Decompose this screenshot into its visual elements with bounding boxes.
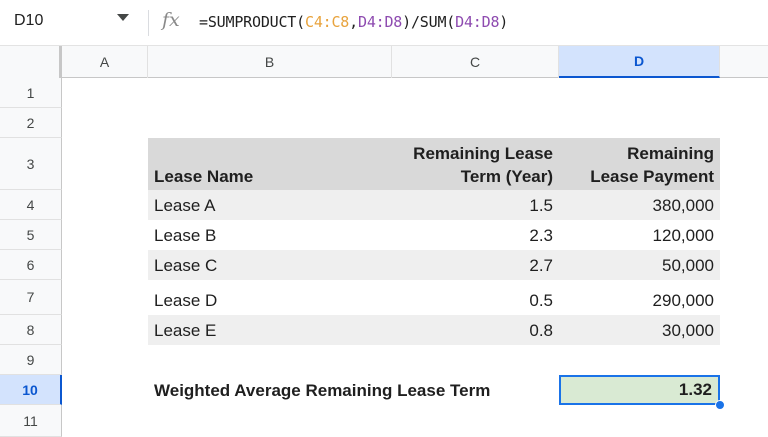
lease-b-name[interactable]: Lease B [154,226,216,246]
row-header-4[interactable]: 4 [0,190,62,220]
lease-b-payment[interactable]: 120,000 [559,226,714,246]
formula-ref-payment-sum: D4:D8 [455,13,500,31]
header-term-line1[interactable]: Remaining Lease [392,142,553,165]
formula-ref-payment: D4:D8 [357,13,403,31]
lease-b-term[interactable]: 2.3 [392,226,553,246]
formula-ref-term: C4:C8 [304,13,350,31]
row-header-8[interactable]: 8 [0,315,62,345]
header-term-line2[interactable]: Term (Year) [392,165,553,188]
result-value-cell[interactable]: 1.32 [559,375,720,405]
lease-a-payment[interactable]: 380,000 [559,196,714,216]
row-header-1[interactable]: 1 [0,78,62,108]
name-box-dropdown-icon[interactable] [117,14,129,21]
column-header-d[interactable]: D [559,46,720,78]
column-header-b[interactable]: B [148,46,392,78]
formula-suffix: ) [499,13,509,31]
row-header-2[interactable]: 2 [0,108,62,138]
header-payment-line1[interactable]: Remaining [559,142,714,165]
fx-icon: fx [162,9,180,31]
formula-mid: )/SUM( [402,13,456,31]
column-header-bar: A B C D [0,46,768,78]
formula-prefix: =SUMPRODUCT( [199,13,305,31]
row-header-10[interactable]: 10 [0,375,62,405]
lease-e-payment[interactable]: 30,000 [559,321,714,341]
lease-d-term[interactable]: 0.5 [392,291,553,311]
lease-a-term[interactable]: 1.5 [392,196,553,216]
header-payment-line2[interactable]: Lease Payment [559,165,714,188]
column-header-a[interactable]: A [62,46,148,78]
row-header-11[interactable]: 11 [0,405,62,437]
result-label[interactable]: Weighted Average Remaining Lease Term [154,381,490,401]
row-header-5[interactable]: 5 [0,220,62,250]
lease-d-name[interactable]: Lease D [154,291,217,311]
formula-bar-divider [148,10,149,36]
lease-e-term[interactable]: 0.8 [392,321,553,341]
row-header-7[interactable]: 7 [0,280,62,315]
column-header-e[interactable] [720,46,768,78]
lease-c-name[interactable]: Lease C [154,256,217,276]
lease-d-payment[interactable]: 290,000 [559,291,714,311]
lease-c-payment[interactable]: 50,000 [559,256,714,276]
column-header-c[interactable]: C [392,46,559,78]
formula-comma: , [349,13,358,31]
select-all-corner[interactable] [0,46,62,78]
row-header-3[interactable]: 3 [0,138,62,190]
formula-input[interactable]: =SUMPRODUCT(C4:C8,D4:D8)/SUM(D4:D8) [199,13,508,31]
lease-c-term[interactable]: 2.7 [392,256,553,276]
name-box[interactable]: D10 [14,12,43,30]
header-lease-name[interactable]: Lease Name [154,165,253,188]
lease-e-name[interactable]: Lease E [154,321,216,341]
lease-a-name[interactable]: Lease A [154,196,215,216]
fill-handle[interactable] [715,400,725,410]
formula-bar: D10 fx =SUMPRODUCT(C4:C8,D4:D8)/SUM(D4:D… [0,0,768,46]
row-header-9[interactable]: 9 [0,345,62,375]
row-header-6[interactable]: 6 [0,250,62,280]
